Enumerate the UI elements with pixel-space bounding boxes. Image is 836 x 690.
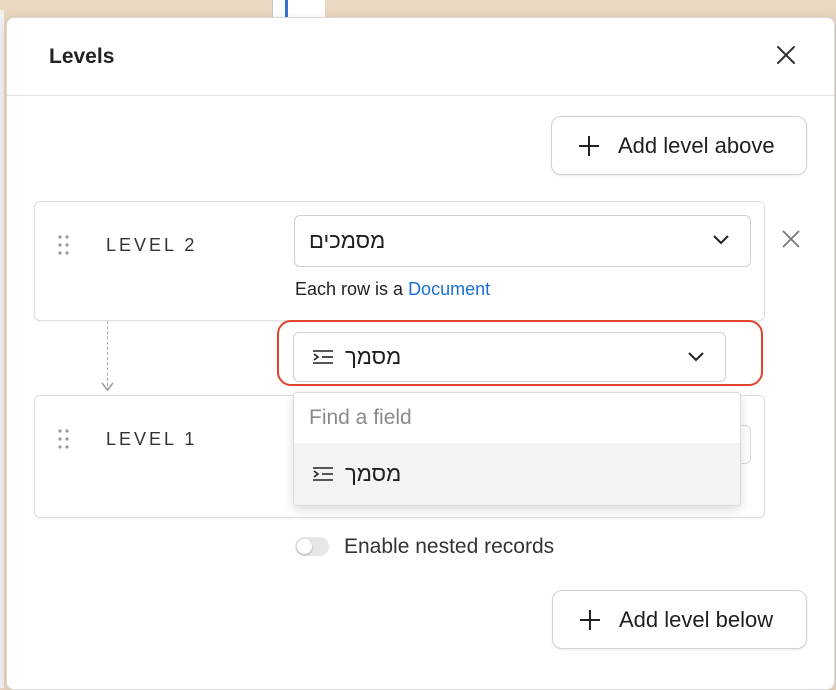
nested-records-label: Enable nested records	[344, 535, 555, 558]
close-icon	[777, 46, 795, 64]
row-description-prefix: Each row is a	[295, 279, 404, 299]
chevron-down-icon	[713, 235, 729, 245]
level-2-table-select[interactable]: מסמכים	[294, 215, 751, 267]
drag-handle-icon[interactable]	[57, 234, 71, 256]
find-field-input[interactable]	[294, 393, 740, 442]
modal-header: Levels	[7, 18, 834, 96]
level-2-label: LEVEL 2	[106, 235, 198, 255]
field-dropdown: מסמך	[293, 392, 741, 506]
toggle-knob	[297, 539, 312, 554]
drag-handle-icon[interactable]	[57, 428, 71, 450]
arrow-down-icon	[101, 382, 114, 392]
linked-record-icon	[313, 467, 333, 481]
plus-icon	[579, 135, 599, 156]
close-button[interactable]	[769, 38, 803, 72]
add-level-above-button[interactable]: Add level above	[551, 116, 807, 175]
background-edge	[0, 10, 4, 688]
levels-modal: Levels Add level above LEVEL 2 מסמכים Ea…	[6, 17, 835, 690]
row-description: Each row is a Document	[295, 279, 490, 300]
dropdown-option[interactable]: מסמך	[294, 443, 740, 505]
modal-title: Levels	[49, 45, 115, 68]
level-1-label: LEVEL 1	[106, 429, 198, 449]
row-type-link[interactable]: Document	[408, 279, 490, 299]
level-connector	[107, 321, 108, 391]
dropdown-option-label: מסמך	[345, 461, 402, 486]
plus-icon	[580, 609, 600, 630]
level-2-card: LEVEL 2 מסמכים Each row is a Document	[34, 201, 765, 321]
highlight-annotation	[277, 320, 763, 386]
add-level-above-label: Add level above	[618, 132, 775, 158]
background-strip	[0, 0, 836, 10]
add-level-below-button[interactable]: Add level below	[552, 590, 807, 649]
nested-records-toggle[interactable]	[295, 537, 329, 556]
add-level-below-label: Add level below	[619, 606, 774, 632]
remove-level-button[interactable]	[779, 227, 803, 251]
close-icon	[782, 230, 800, 248]
level-2-table-value: מסמכים	[309, 228, 386, 253]
